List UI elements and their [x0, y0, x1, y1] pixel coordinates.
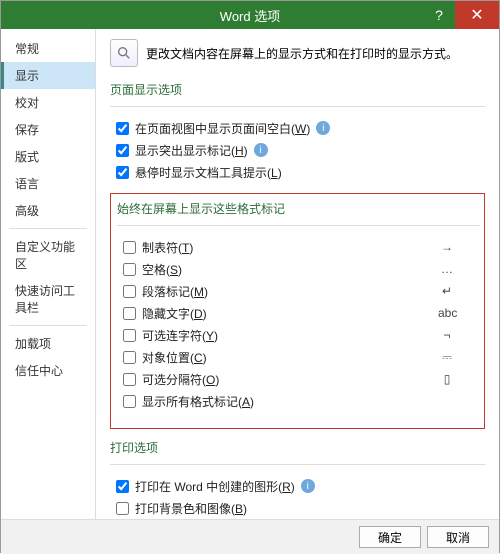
checkbox-label[interactable]: 打印在 Word 中创建的图形(R): [135, 478, 295, 495]
section-title: 始终在屏幕上显示这些格式标记: [117, 200, 480, 217]
format-symbol: abc: [438, 306, 456, 320]
checkbox[interactable]: [116, 122, 129, 135]
panel-header: 更改文档内容在屏幕上的显示方式和在打印时的显示方式。: [110, 39, 485, 67]
checkbox-row: 显示所有格式标记(A): [123, 390, 480, 412]
checkbox-row: 打印背景色和图像(B): [116, 497, 485, 519]
checkbox-row: 可选分隔符(O) ▯: [123, 368, 480, 390]
checkbox[interactable]: [123, 351, 136, 364]
sidebar-item[interactable]: 常规: [1, 35, 95, 62]
checkbox[interactable]: [123, 285, 136, 298]
checkbox-label[interactable]: 显示所有格式标记(A): [142, 393, 254, 410]
checkbox-row: 对象位置(C) ⎓: [123, 346, 480, 368]
section-page-display: 页面显示选项 在页面视图中显示页面间空白(W) i 显示突出显示标记(H) i 悬停时显…: [110, 81, 485, 193]
divider: [110, 106, 485, 107]
window-title: Word 选项: [220, 6, 280, 25]
magnifier-icon: [110, 39, 138, 67]
info-icon[interactable]: i: [254, 143, 268, 157]
sidebar-item[interactable]: 语言: [1, 170, 95, 197]
checkbox-label[interactable]: 对象位置(C): [142, 349, 207, 366]
format-symbol: ⎓: [438, 350, 456, 365]
section-print-options: 打印选项 打印在 Word 中创建的图形(R)i打印背景色和图像(B)打印文档属…: [110, 439, 485, 519]
main-panel: 更改文档内容在屏幕上的显示方式和在打印时的显示方式。 页面显示选项 在页面视图中…: [96, 29, 499, 519]
checkbox[interactable]: [123, 307, 136, 320]
checkbox-row: 悬停时显示文档工具提示(L): [116, 161, 485, 183]
checkbox-label[interactable]: 空格(S): [142, 261, 182, 278]
format-symbol: ¬: [438, 328, 456, 342]
info-icon[interactable]: i: [316, 121, 330, 135]
format-symbol: …: [438, 262, 456, 276]
checkbox[interactable]: [116, 502, 129, 515]
window-controls: ? ✕: [423, 1, 499, 29]
checkbox-label[interactable]: 悬停时显示文档工具提示(L): [135, 164, 282, 181]
format-symbol: →: [438, 240, 456, 254]
help-icon[interactable]: ?: [423, 1, 455, 29]
checkbox-label[interactable]: 制表符(T): [142, 239, 193, 256]
section-title: 打印选项: [110, 439, 485, 456]
sidebar-item[interactable]: 版式: [1, 143, 95, 170]
sidebar-item[interactable]: 自定义功能区: [1, 233, 95, 277]
checkbox-row: 打印在 Word 中创建的图形(R) i: [116, 475, 485, 497]
dialog-footer: 确定 取消: [1, 519, 499, 554]
checkbox[interactable]: [116, 166, 129, 179]
checkbox-label[interactable]: 在页面视图中显示页面间空白(W): [135, 120, 310, 137]
checkbox-label[interactable]: 打印背景色和图像(B): [135, 500, 247, 517]
panel-description: 更改文档内容在屏幕上的显示方式和在打印时的显示方式。: [146, 45, 458, 62]
sidebar-item[interactable]: 显示: [1, 62, 95, 89]
divider: [9, 325, 87, 326]
cancel-button[interactable]: 取消: [427, 526, 489, 548]
checkbox[interactable]: [123, 263, 136, 276]
format-symbol: ▯: [438, 372, 456, 386]
ok-button[interactable]: 确定: [359, 526, 421, 548]
checkbox-row: 制表符(T) →: [123, 236, 480, 258]
checkbox-label[interactable]: 显示突出显示标记(H): [135, 142, 248, 159]
checkbox-row: 空格(S) …: [123, 258, 480, 280]
checkbox[interactable]: [123, 395, 136, 408]
sidebar-item[interactable]: 高级: [1, 197, 95, 224]
content-area: 常规显示校对保存版式语言高级自定义功能区快速访问工具栏加载项信任中心 更改文档内…: [1, 29, 499, 519]
checkbox-row: 可选连字符(Y) ¬: [123, 324, 480, 346]
close-icon[interactable]: ✕: [455, 1, 499, 29]
divider: [9, 228, 87, 229]
sidebar-item[interactable]: 信任中心: [1, 357, 95, 384]
sidebar-item[interactable]: 加载项: [1, 330, 95, 357]
format-symbol: ↵: [438, 284, 456, 298]
checkbox-label[interactable]: 段落标记(M): [142, 283, 208, 300]
checkbox-label[interactable]: 可选分隔符(O): [142, 371, 219, 388]
checkbox-row: 隐藏文字(D) abc: [123, 302, 480, 324]
divider: [117, 225, 480, 226]
checkbox[interactable]: [123, 329, 136, 342]
checkbox[interactable]: [116, 144, 129, 157]
section-format-marks: 始终在屏幕上显示这些格式标记 制表符(T) → 空格(S) … 段落标记(M) ↵ 隐藏文字…: [110, 193, 485, 429]
section-title: 页面显示选项: [110, 81, 485, 98]
checkbox-label[interactable]: 隐藏文字(D): [142, 305, 207, 322]
checkbox-row: 段落标记(M) ↵: [123, 280, 480, 302]
checkbox[interactable]: [123, 373, 136, 386]
sidebar-item[interactable]: 校对: [1, 89, 95, 116]
sidebar-item[interactable]: 快速访问工具栏: [1, 277, 95, 321]
checkbox[interactable]: [116, 480, 129, 493]
info-icon[interactable]: i: [301, 479, 315, 493]
titlebar: Word 选项 ? ✕: [1, 1, 499, 29]
divider: [110, 464, 485, 465]
checkbox[interactable]: [123, 241, 136, 254]
checkbox-row: 在页面视图中显示页面间空白(W) i: [116, 117, 485, 139]
checkbox-row: 显示突出显示标记(H) i: [116, 139, 485, 161]
checkbox-label[interactable]: 可选连字符(Y): [142, 327, 218, 344]
sidebar: 常规显示校对保存版式语言高级自定义功能区快速访问工具栏加载项信任中心: [1, 29, 96, 519]
sidebar-item[interactable]: 保存: [1, 116, 95, 143]
